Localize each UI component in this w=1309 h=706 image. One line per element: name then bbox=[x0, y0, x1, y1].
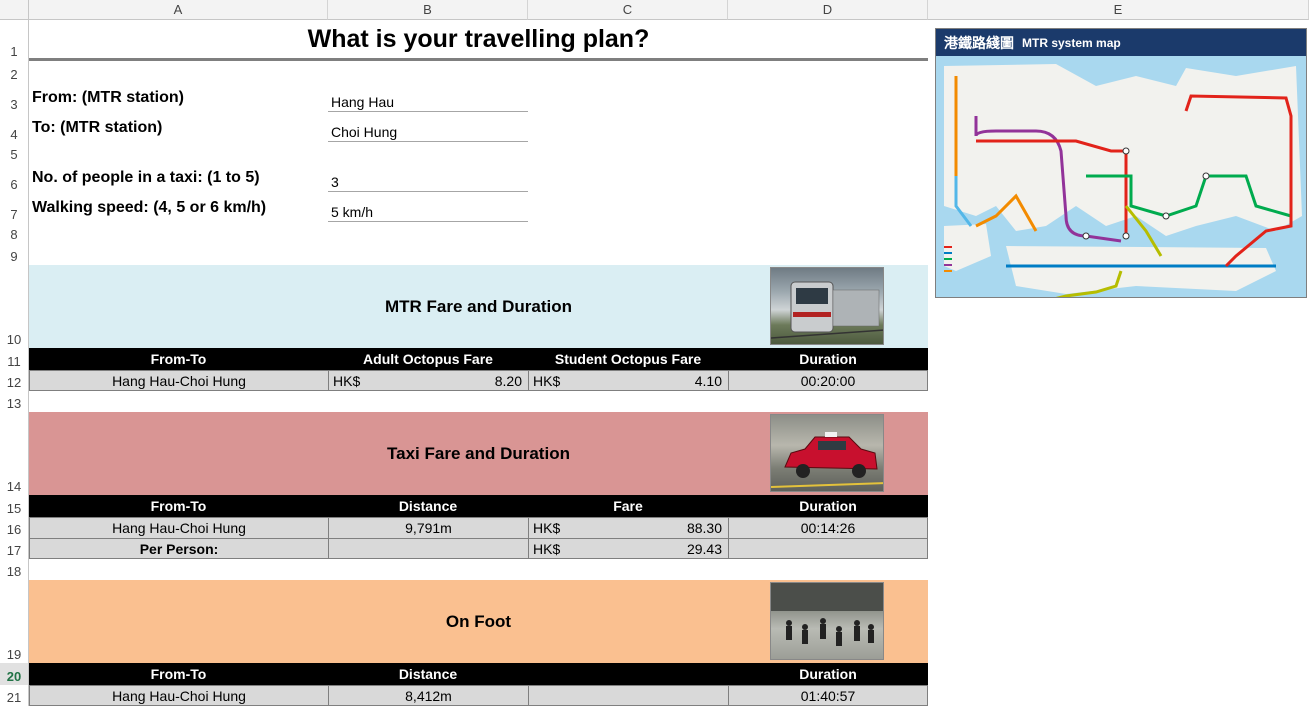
column-header-b[interactable]: B bbox=[328, 0, 528, 20]
row-header[interactable]: 7 bbox=[0, 193, 29, 223]
taxi-route-cell[interactable]: Hang Hau-Choi Hung bbox=[29, 517, 329, 539]
to-station-input[interactable]: Choi Hung bbox=[328, 113, 528, 142]
currency-label: HK$ bbox=[533, 520, 561, 536]
row-header[interactable]: 14 bbox=[0, 412, 29, 495]
per-person-label-cell[interactable]: Per Person: bbox=[29, 538, 329, 559]
people-input[interactable]: 3 bbox=[328, 163, 528, 192]
page-title: What is your travelling plan? bbox=[307, 24, 650, 53]
from-label: From: (MTR station) bbox=[32, 89, 184, 106]
per-person-empty-cell[interactable] bbox=[328, 538, 529, 559]
taxi-fare-cell[interactable]: HK$ 88.30 bbox=[528, 517, 729, 539]
column-header-d[interactable]: D bbox=[728, 0, 928, 20]
mtr-header-student-fare: Student Octopus Fare bbox=[528, 348, 728, 370]
row-header[interactable]: 15 bbox=[0, 495, 29, 517]
amount-value: 29.43 bbox=[686, 540, 722, 557]
foot-header-empty bbox=[528, 663, 728, 685]
foot-route-cell[interactable]: Hang Hau-Choi Hung bbox=[29, 685, 329, 706]
people-label: No. of people in a taxi: (1 to 5) bbox=[32, 169, 260, 186]
foot-heading: On Foot bbox=[445, 611, 512, 631]
foot-duration-cell[interactable]: 01:40:57 bbox=[728, 685, 928, 706]
foot-distance-cell[interactable]: 8,412m bbox=[328, 685, 529, 706]
row-header[interactable]: 3 bbox=[0, 83, 29, 113]
row-header[interactable]: 21 bbox=[0, 685, 29, 706]
column-header-a[interactable]: A bbox=[29, 0, 328, 20]
amount-value: 8.20 bbox=[494, 372, 522, 389]
mtr-train-photo bbox=[770, 267, 884, 345]
column-header-e[interactable]: E bbox=[928, 0, 1309, 20]
select-all-corner[interactable] bbox=[0, 0, 29, 20]
row-header[interactable]: 6 bbox=[0, 163, 29, 193]
foot-empty-cell[interactable] bbox=[528, 685, 729, 706]
currency-label: HK$ bbox=[333, 372, 361, 389]
mtr-heading: MTR Fare and Duration bbox=[384, 296, 572, 316]
map-english-title: MTR system map bbox=[1022, 35, 1121, 50]
taxi-heading: Taxi Fare and Duration bbox=[387, 443, 570, 463]
row-header[interactable]: 10 bbox=[0, 265, 29, 348]
per-person-fare-cell[interactable]: HK$ 29.43 bbox=[528, 538, 729, 559]
row-header[interactable]: 16 bbox=[0, 517, 29, 538]
taxi-header-duration: Duration bbox=[728, 495, 928, 517]
row-header[interactable]: 19 bbox=[0, 580, 29, 663]
mtr-duration-cell[interactable]: 00:20:00 bbox=[728, 370, 928, 391]
walking-people-photo bbox=[770, 582, 884, 660]
mtr-route-cell[interactable]: Hang Hau-Choi Hung bbox=[29, 370, 329, 391]
column-header-c[interactable]: C bbox=[528, 0, 728, 20]
map-header: 港鐵路綫圖 MTR system map bbox=[936, 29, 1306, 56]
mtr-adult-fare-cell[interactable]: HK$ 8.20 bbox=[328, 370, 529, 391]
speed-input[interactable]: 5 km/h bbox=[328, 193, 528, 222]
currency-label: HK$ bbox=[533, 540, 561, 557]
to-label: To: (MTR station) bbox=[32, 119, 163, 136]
row-header[interactable]: 2 bbox=[0, 60, 29, 83]
map-chinese-title: 港鐵路綫圖 bbox=[944, 34, 1014, 51]
row-header[interactable]: 4 bbox=[0, 113, 29, 143]
row-header[interactable]: 11 bbox=[0, 348, 29, 370]
per-person-duration-empty-cell[interactable] bbox=[728, 538, 928, 559]
row-header[interactable]: 17 bbox=[0, 538, 29, 559]
row-header[interactable]: 12 bbox=[0, 370, 29, 391]
mtr-header-duration: Duration bbox=[728, 348, 928, 370]
from-station-input[interactable]: Hang Hau bbox=[328, 83, 528, 112]
row-header-selected[interactable]: 20 bbox=[0, 663, 29, 685]
title-underline bbox=[29, 58, 928, 61]
amount-value: 4.10 bbox=[694, 372, 722, 389]
row-header[interactable]: 18 bbox=[0, 559, 29, 580]
foot-header-duration: Duration bbox=[728, 663, 928, 685]
mtr-student-fare-cell[interactable]: HK$ 4.10 bbox=[528, 370, 729, 391]
foot-header-from-to: From-To bbox=[29, 663, 328, 685]
taxi-photo bbox=[770, 414, 884, 492]
row-header[interactable]: 8 bbox=[0, 223, 29, 243]
row-header[interactable]: 9 bbox=[0, 243, 29, 265]
speed-label: Walking speed: (4, 5 or 6 km/h) bbox=[32, 199, 267, 216]
taxi-distance-cell[interactable]: 9,791m bbox=[328, 517, 529, 539]
row-header[interactable]: 1 bbox=[0, 20, 29, 60]
foot-header-distance: Distance bbox=[328, 663, 528, 685]
taxi-header-fare: Fare bbox=[528, 495, 728, 517]
row-header[interactable]: 13 bbox=[0, 391, 29, 412]
amount-value: 88.30 bbox=[686, 520, 722, 536]
currency-label: HK$ bbox=[533, 372, 561, 389]
mtr-system-map[interactable]: 港鐵路綫圖 MTR system map bbox=[935, 28, 1307, 298]
row-header[interactable]: 5 bbox=[0, 143, 29, 163]
map-diagram bbox=[936, 56, 1306, 297]
taxi-header-distance: Distance bbox=[328, 495, 528, 517]
taxi-header-from-to: From-To bbox=[29, 495, 328, 517]
mtr-header-adult-fare: Adult Octopus Fare bbox=[328, 348, 528, 370]
mtr-header-from-to: From-To bbox=[29, 348, 328, 370]
taxi-duration-cell[interactable]: 00:14:26 bbox=[728, 517, 928, 539]
